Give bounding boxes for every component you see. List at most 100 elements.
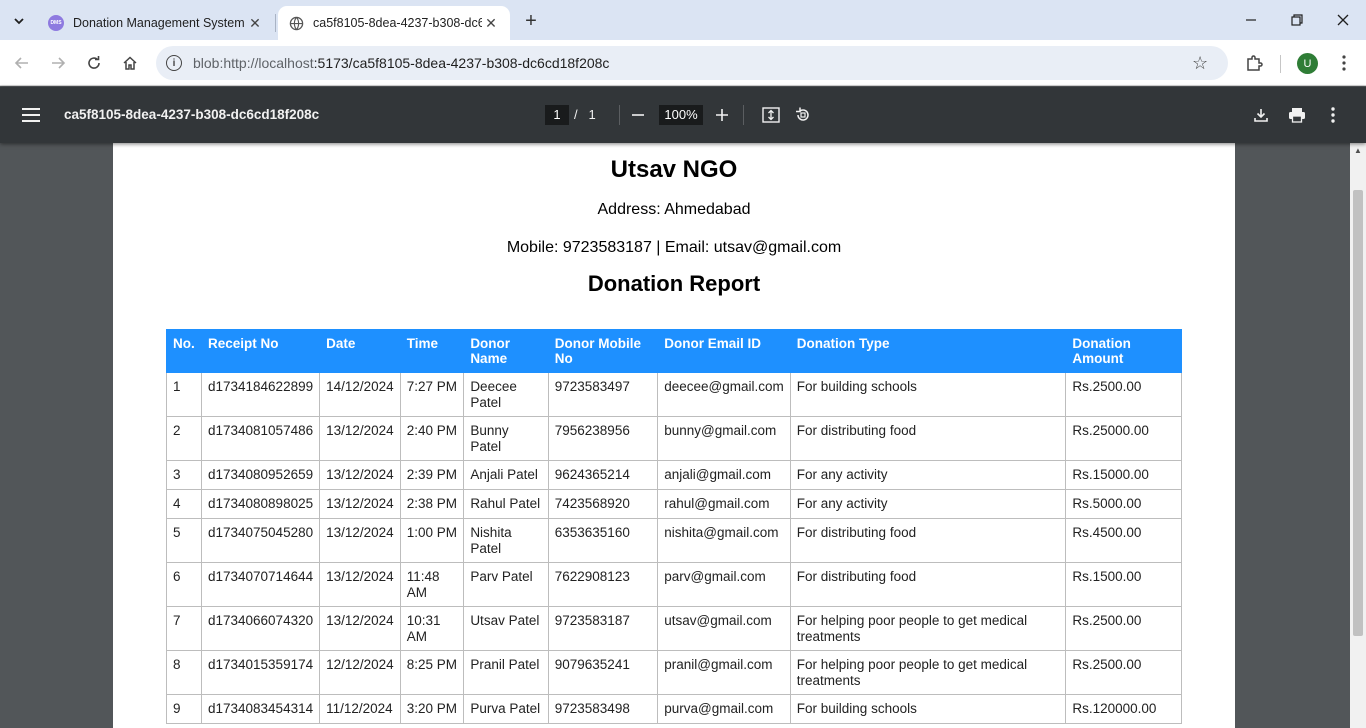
table-cell: d1734080898025 xyxy=(200,489,321,519)
column-header: No. xyxy=(166,329,202,373)
new-tab-plus-icon[interactable]: + xyxy=(518,8,544,34)
pdf-divider xyxy=(743,105,744,125)
table-cell: Rs.2500.00 xyxy=(1065,606,1182,651)
profile-avatar[interactable]: U xyxy=(1297,53,1318,74)
table-cell: For building schools xyxy=(789,372,1067,417)
table-cell: For any activity xyxy=(789,460,1067,490)
table-cell: pranil@gmail.com xyxy=(657,650,791,695)
pdf-page: Utsav NGO Address: Ahmedabad Mobile: 972… xyxy=(113,143,1235,728)
table-cell: For building schools xyxy=(789,694,1067,724)
zoom-level-input[interactable]: 100% xyxy=(659,105,703,125)
pdf-sidebar-menu-icon[interactable] xyxy=(22,105,40,125)
table-cell: d1734081057486 xyxy=(200,416,321,461)
table-cell: For any activity xyxy=(789,489,1067,519)
page-count: / 1 xyxy=(574,107,596,122)
rotate-icon[interactable] xyxy=(789,101,817,129)
download-icon[interactable] xyxy=(1247,101,1275,129)
table-cell: deecee@gmail.com xyxy=(657,372,791,417)
tab-donation-management[interactable]: DMS Donation Management System ✕ xyxy=(38,6,274,40)
tab-pdf-blob[interactable]: ca5f8105-8dea-4237-b308-dc6 ✕ xyxy=(278,6,510,40)
table-cell: 9079635241 xyxy=(547,650,659,695)
table-cell: 8:25 PM xyxy=(399,650,465,695)
home-icon[interactable] xyxy=(116,49,144,77)
fit-to-page-icon[interactable] xyxy=(757,101,785,129)
page-separator: / xyxy=(574,107,578,122)
browser-tabstrip: DMS Donation Management System ✕ ca5f810… xyxy=(0,0,1366,40)
zoom-in-icon[interactable] xyxy=(708,101,736,129)
total-pages: 1 xyxy=(588,107,596,122)
tab-title: ca5f8105-8dea-4237-b308-dc6 xyxy=(313,16,482,30)
table-row: 9 d1734083454314 11/12/2024 3:20 PM Purva Pa… xyxy=(166,694,1182,724)
column-header: Donation Amount xyxy=(1065,329,1182,373)
pdf-document-title: ca5f8105-8dea-4237-b308-dc6cd18f208c xyxy=(64,107,320,122)
tab-close-icon[interactable]: ✕ xyxy=(482,15,500,32)
scrollbar-thumb[interactable] xyxy=(1353,190,1363,636)
table-cell: 7956238956 xyxy=(547,416,659,461)
table-cell: 6 xyxy=(166,562,202,607)
table-row: 4 d1734080898025 13/12/2024 2:38 PM Rahul Pa… xyxy=(166,489,1182,519)
table-cell: 13/12/2024 xyxy=(319,416,401,461)
more-actions-icon[interactable] xyxy=(1319,101,1347,129)
table-cell: For distributing food xyxy=(789,562,1067,607)
table-cell: d1734066074320 xyxy=(200,606,321,651)
toolbar-divider xyxy=(1280,55,1281,73)
globe-icon xyxy=(288,15,304,31)
table-cell: Utsav Patel xyxy=(463,606,549,651)
url-path: :5173/ca5f8105-8dea-4237-b308-dc6cd18f20… xyxy=(313,55,610,71)
address-bar[interactable]: i blob:http://localhost:5173/ca5f8105-8d… xyxy=(156,46,1228,80)
page-number-input[interactable]: 1 xyxy=(545,105,569,125)
table-cell: 4 xyxy=(166,489,202,519)
table-cell: Nishita Patel xyxy=(463,518,549,563)
bookmark-star-icon[interactable]: ☆ xyxy=(1192,53,1208,74)
tab-close-icon[interactable]: ✕ xyxy=(246,15,264,32)
table-cell: 3 xyxy=(166,460,202,490)
column-header: Donor Email ID xyxy=(657,329,791,373)
back-arrow-icon[interactable] xyxy=(8,49,36,77)
table-header-row: No. Receipt No Date Time Donor Name Dono… xyxy=(166,329,1182,373)
print-icon[interactable] xyxy=(1283,101,1311,129)
close-window-icon[interactable] xyxy=(1320,0,1366,40)
table-cell: 13/12/2024 xyxy=(319,562,401,607)
table-cell: 1 xyxy=(166,372,202,417)
table-cell: 13/12/2024 xyxy=(319,489,401,519)
table-cell: Purva Patel xyxy=(463,694,549,724)
table-cell: d1734083454314 xyxy=(200,694,321,724)
extensions-puzzle-icon[interactable] xyxy=(1240,49,1268,77)
table-cell: Parv Patel xyxy=(463,562,549,607)
table-row: 1 d1734184622899 14/12/2024 7:27 PM Deecee P… xyxy=(166,372,1182,417)
table-cell: Rahul Patel xyxy=(463,489,549,519)
table-row: 7 d1734066074320 13/12/2024 10:31 AM Utsav P… xyxy=(166,606,1182,651)
site-info-icon[interactable]: i xyxy=(166,55,182,71)
table-cell: d1734075045280 xyxy=(200,518,321,563)
table-cell: 12/12/2024 xyxy=(319,650,401,695)
report-title: Donation Report xyxy=(587,271,761,296)
table-cell: Deecee Patel xyxy=(463,372,549,417)
zoom-out-icon[interactable] xyxy=(624,101,652,129)
tab-search-chevron-icon[interactable] xyxy=(6,8,32,34)
table-cell: For distributing food xyxy=(789,518,1067,563)
pdf-divider xyxy=(619,105,620,125)
table-cell: 9 xyxy=(166,694,202,724)
url-host: blob:http://localhost xyxy=(193,55,314,71)
table-cell: Rs.4500.00 xyxy=(1065,518,1182,563)
table-cell: 1:00 PM xyxy=(399,518,465,563)
browser-menu-icon[interactable] xyxy=(1330,49,1358,77)
table-cell: 7 xyxy=(166,606,202,651)
table-cell: utsav@gmail.com xyxy=(657,606,791,651)
table-cell: Bunny Patel xyxy=(463,416,549,461)
scroll-up-arrow-icon[interactable]: ▲ xyxy=(1354,146,1362,155)
reload-icon[interactable] xyxy=(80,49,108,77)
table-cell: Pranil Patel xyxy=(463,650,549,695)
pdf-viewer-area[interactable]: Utsav NGO Address: Ahmedabad Mobile: 972… xyxy=(0,143,1350,728)
minimize-icon[interactable] xyxy=(1228,0,1274,40)
table-cell: 7622908123 xyxy=(547,562,659,607)
forward-arrow-icon[interactable] xyxy=(44,49,72,77)
restore-icon[interactable] xyxy=(1274,0,1320,40)
vertical-scrollbar[interactable]: ▲ xyxy=(1350,143,1366,728)
table-cell: Rs.2500.00 xyxy=(1065,650,1182,695)
table-cell: Rs.2500.00 xyxy=(1065,372,1182,417)
table-cell: bunny@gmail.com xyxy=(657,416,791,461)
column-header: Donor Name xyxy=(463,329,549,373)
donation-table: No. Receipt No Date Time Donor Name Dono… xyxy=(166,329,1182,724)
table-cell: 11:48 AM xyxy=(399,562,465,607)
